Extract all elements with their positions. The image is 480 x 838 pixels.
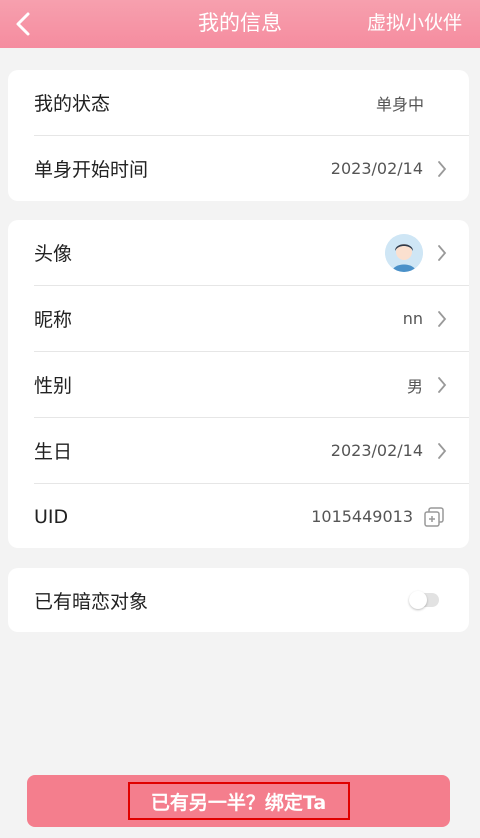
single-start-row[interactable]: 单身开始时间 2023/02/14 — [8, 136, 469, 201]
chevron-right-icon — [438, 160, 447, 177]
chevron-right-icon — [438, 244, 447, 261]
gender-value: 男 — [406, 376, 423, 396]
birthday-value: 2023/02/14 — [330, 441, 423, 460]
birthday-label: 生日 — [34, 441, 73, 463]
avatar-row[interactable]: 头像 — [8, 220, 469, 285]
gender-row[interactable]: 性别 男 — [8, 352, 469, 417]
uid-row: UID 1015449013 — [8, 484, 469, 549]
birthday-row[interactable]: 生日 2023/02/14 — [8, 418, 469, 483]
toggle-knob — [409, 591, 427, 609]
crush-card: 已有暗恋对象 — [8, 568, 469, 632]
chevron-right-icon — [438, 310, 447, 327]
status-row: 我的状态 单身中 — [8, 70, 469, 135]
gender-label: 性别 — [34, 375, 73, 397]
uid-label: UID — [34, 505, 69, 528]
chevron-right-icon — [438, 442, 447, 459]
virtual-partner-link[interactable]: 虚拟小伙伴 — [367, 0, 462, 48]
top-bar: 我的信息 虚拟小伙伴 — [0, 0, 480, 48]
nickname-label: 昵称 — [34, 309, 73, 331]
status-card: 我的状态 单身中 单身开始时间 2023/02/14 — [8, 70, 469, 201]
single-start-value: 2023/02/14 — [330, 159, 423, 178]
crush-toggle[interactable] — [409, 591, 439, 609]
single-start-label: 单身开始时间 — [34, 159, 149, 181]
bind-partner-label: 已有另一半？绑定Ta — [127, 782, 350, 820]
nickname-row[interactable]: 昵称 nn — [8, 286, 469, 351]
chevron-right-icon — [438, 376, 447, 393]
avatar[interactable] — [385, 233, 423, 272]
user-avatar-icon — [385, 233, 423, 272]
crush-label: 已有暗恋对象 — [34, 590, 149, 613]
status-label: 我的状态 — [34, 93, 111, 115]
profile-card: 头像 昵称 nn 性别 男 生日 2023/02/14 UID 10154490… — [8, 220, 469, 548]
uid-value: 1015449013 — [311, 507, 413, 526]
nickname-value: nn — [402, 309, 423, 328]
bind-partner-button[interactable]: 已有另一半？绑定Ta — [27, 775, 450, 827]
copy-icon[interactable] — [423, 506, 445, 528]
status-value: 单身中 — [375, 94, 424, 114]
avatar-label: 头像 — [34, 243, 73, 265]
crush-row: 已有暗恋对象 — [8, 568, 469, 632]
